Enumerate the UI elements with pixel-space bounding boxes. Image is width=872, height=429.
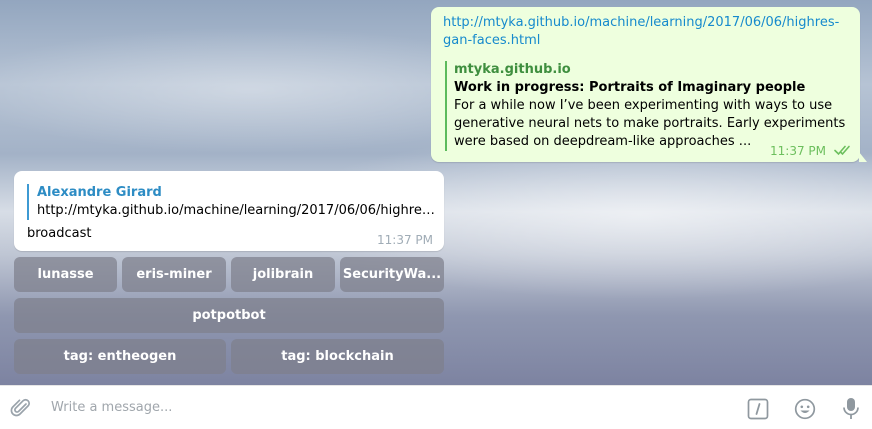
outgoing-message-meta: 11:37 PM [770, 144, 852, 158]
emoji-icon[interactable] [794, 398, 816, 420]
double-check-icon [834, 145, 850, 156]
outgoing-message-time: 11:37 PM [770, 144, 826, 158]
microphone-icon[interactable] [842, 397, 860, 421]
bubble-tail [859, 152, 867, 162]
bot-button-potpotbot[interactable]: potpotbot [14, 298, 444, 333]
incoming-message-bubble[interactable]: Alexandre Girard http://mtyka.github.io/… [14, 171, 444, 251]
bot-button-eris-miner[interactable]: eris-miner [122, 257, 226, 292]
outgoing-message-bubble[interactable]: http://mtyka.github.io/machine/learning/… [431, 7, 867, 162]
chat-area: http://mtyka.github.io/machine/learning/… [0, 0, 872, 385]
message-text: broadcast [27, 226, 92, 241]
bot-button-tag-entheogen[interactable]: tag: entheogen [14, 339, 226, 374]
bot-command-icon[interactable] [747, 398, 769, 420]
message-input[interactable]: Write a message... [51, 400, 172, 415]
attach-icon[interactable] [10, 397, 32, 419]
reply-quote[interactable]: Alexandre Girard http://mtyka.github.io/… [27, 184, 437, 220]
bot-button-jolibrain[interactable]: jolibrain [231, 257, 335, 292]
preview-description: For a while now I’ve been experimenting … [454, 98, 846, 149]
bot-button-lunasse[interactable]: lunasse [14, 257, 117, 292]
incoming-message-time: 11:37 PM [377, 233, 433, 247]
bot-button-tag-blockchain[interactable]: tag: blockchain [231, 339, 444, 374]
link-preview[interactable]: mtyka.github.io Work in progress: Portra… [445, 61, 854, 151]
reply-author: Alexandre Girard [37, 185, 162, 200]
message-link[interactable]: http://mtyka.github.io/machine/learning/… [443, 14, 848, 50]
message-input-bar: Write a message... [0, 385, 872, 429]
preview-title: Work in progress: Portraits of Imaginary… [454, 80, 806, 95]
preview-site-name: mtyka.github.io [454, 62, 571, 77]
bot-button-securitywa[interactable]: SecurityWa... [340, 257, 444, 292]
reply-text: http://mtyka.github.io/machine/learning/… [37, 203, 437, 218]
